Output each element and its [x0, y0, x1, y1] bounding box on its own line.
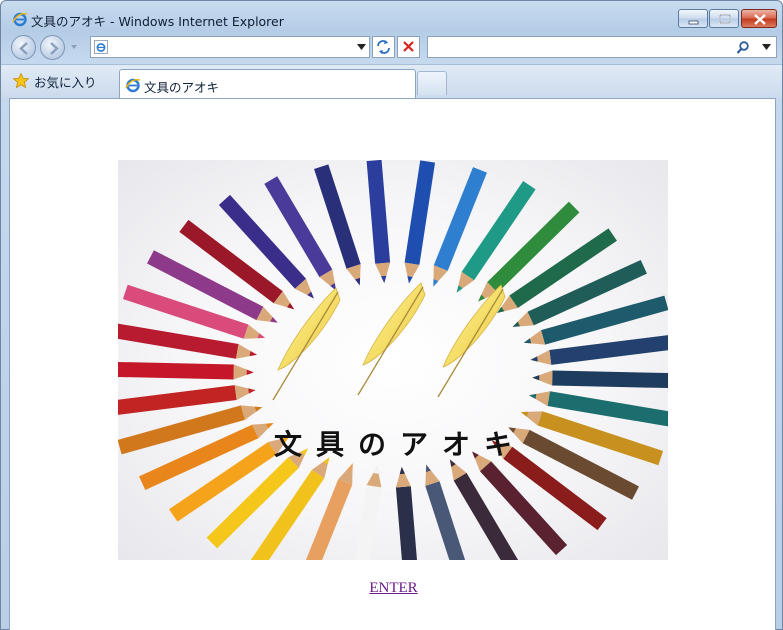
refresh-icon	[377, 40, 390, 54]
refresh-button[interactable]	[372, 36, 395, 58]
tab-bar: お気に入り 文具のアオキ	[1, 64, 782, 99]
title-bar: 文具のアオキ - Windows Internet Explorer	[1, 1, 782, 34]
browser-window: 文具のアオキ - Windows Internet Explorer お気に入り…	[0, 0, 783, 630]
stop-button[interactable]	[397, 36, 420, 58]
tab-label: 文具のアオキ	[144, 80, 220, 95]
search-options-dropdown-icon[interactable]	[762, 44, 771, 50]
feather-icon	[437, 284, 506, 398]
minimize-button[interactable]	[678, 9, 708, 28]
enter-link-container: ENTER	[10, 580, 777, 597]
maximize-icon	[719, 14, 731, 24]
stop-icon	[403, 41, 414, 52]
minimize-icon	[688, 20, 699, 25]
forward-button[interactable]	[40, 35, 65, 60]
search-box[interactable]	[427, 36, 777, 58]
address-dropdown-icon[interactable]	[357, 44, 366, 50]
ie-page-icon	[125, 78, 141, 93]
feather-icon	[272, 287, 341, 401]
search-icon[interactable]	[735, 40, 751, 56]
star-icon	[12, 72, 30, 89]
ie-logo-icon	[12, 12, 28, 27]
feather-icon	[357, 282, 426, 396]
close-button[interactable]	[741, 9, 777, 28]
enter-link[interactable]: ENTER	[369, 580, 417, 596]
page-content: 文具のアオキ ENTER	[9, 98, 776, 630]
address-bar[interactable]	[90, 36, 370, 58]
tab-active[interactable]: 文具のアオキ	[119, 69, 416, 99]
banner-image: 文具のアオキ	[118, 160, 668, 560]
maximize-button[interactable]	[709, 9, 739, 28]
back-button[interactable]	[11, 35, 36, 60]
navigation-bar	[1, 34, 782, 62]
favorites-label: お気に入り	[34, 74, 97, 90]
window-title: 文具のアオキ - Windows Internet Explorer	[31, 14, 284, 29]
favorites-button[interactable]: お気に入り	[12, 70, 97, 92]
page-icon	[94, 40, 108, 54]
forward-arrow-icon	[50, 42, 59, 55]
feathers-illustration	[272, 282, 506, 401]
back-arrow-icon	[19, 42, 28, 55]
address-input[interactable]	[111, 39, 351, 55]
close-icon	[754, 14, 766, 25]
banner-title: 文具のアオキ	[273, 428, 526, 461]
recent-pages-dropdown-icon[interactable]	[69, 43, 79, 51]
new-tab-button[interactable]	[417, 71, 447, 95]
search-input[interactable]	[432, 39, 730, 55]
